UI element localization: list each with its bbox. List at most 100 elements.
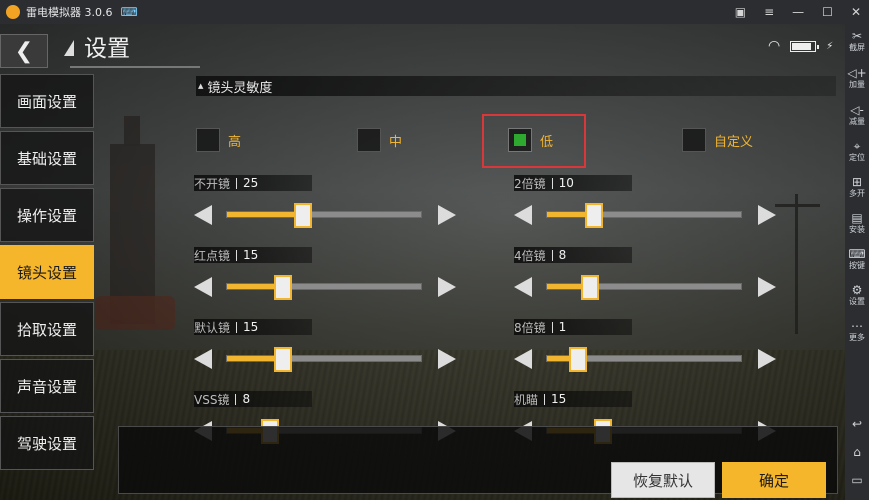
gamepad-icon[interactable]: ⌨ bbox=[121, 5, 138, 19]
increase-arrow-icon[interactable] bbox=[438, 349, 456, 369]
sidebar-item-install[interactable]: ▤ 安装 bbox=[845, 212, 869, 235]
game-screen: ❮ 设置 ◠ ⚡ 画面设置 基础设置 操作设置 镜头设置 拾取设置 声音设置 驾… bbox=[0, 24, 845, 500]
tab-sound[interactable]: 声音设置 bbox=[0, 359, 94, 413]
emulator-title-bar: 雷电模拟器 3.0.6 ⌨ ▣ ≡ — ☐ ✕ bbox=[0, 0, 869, 24]
sensitivity-option-high[interactable]: 高 bbox=[196, 128, 241, 152]
location-icon: ⌖ bbox=[853, 139, 861, 153]
slider-8x-scope: 8倍镜 1 bbox=[514, 319, 776, 379]
slider-label: 2倍镜 10 bbox=[514, 175, 632, 191]
option-label: 自定义 bbox=[714, 134, 754, 150]
charging-icon: ⚡ bbox=[826, 40, 834, 52]
slider-fill bbox=[227, 212, 303, 217]
sensitivity-option-medium[interactable]: 中 bbox=[357, 128, 402, 152]
slider-no-scope: 不开镜 25 bbox=[194, 175, 456, 235]
tab-driving[interactable]: 驾驶设置 bbox=[0, 416, 94, 470]
slider-handle[interactable] bbox=[274, 275, 293, 300]
decrease-arrow-icon[interactable] bbox=[194, 277, 212, 297]
title-decoration bbox=[64, 40, 74, 56]
maximize-icon[interactable]: ☐ bbox=[822, 5, 833, 19]
slider-2x-scope: 2倍镜 10 bbox=[514, 175, 776, 235]
confirm-button[interactable]: 确定 bbox=[722, 462, 826, 498]
slider-label: VSS镜 8 bbox=[194, 391, 312, 407]
section-title: 镜头灵敏度 bbox=[207, 80, 273, 96]
slider-track[interactable] bbox=[546, 347, 742, 372]
sidebar-item-screenshot[interactable]: ✂ 截屏 bbox=[845, 30, 869, 53]
gear-icon: ⚙ bbox=[851, 283, 863, 297]
decrease-arrow-icon[interactable] bbox=[514, 205, 532, 225]
slider-label: 4倍镜 8 bbox=[514, 247, 632, 263]
apk-install-icon: ▤ bbox=[851, 211, 863, 225]
checkbox[interactable] bbox=[682, 128, 706, 152]
nav-back-button[interactable]: ↩ bbox=[845, 418, 869, 431]
volume-down-icon: ◁- bbox=[850, 103, 864, 117]
sidebar-item-keys[interactable]: ⌨ 按键 bbox=[845, 248, 869, 271]
increase-arrow-icon[interactable] bbox=[758, 277, 776, 297]
menu-icon[interactable]: ≡ bbox=[764, 5, 774, 19]
slider-track[interactable] bbox=[546, 203, 742, 228]
multi-instance-icon[interactable]: ▣ bbox=[735, 5, 746, 19]
window-title: 雷电模拟器 3.0.6 bbox=[26, 6, 113, 19]
minimize-icon[interactable]: — bbox=[792, 5, 804, 19]
sidebar-item-volume-down[interactable]: ◁- 减量 bbox=[845, 104, 869, 127]
slider-handle[interactable] bbox=[274, 347, 293, 372]
decrease-arrow-icon[interactable] bbox=[514, 277, 532, 297]
increase-arrow-icon[interactable] bbox=[438, 205, 456, 225]
recent-apps-icon: ▭ bbox=[851, 473, 863, 487]
slider-value: 15 bbox=[551, 392, 567, 406]
keyboard-icon: ⌨ bbox=[848, 247, 866, 261]
increase-arrow-icon[interactable] bbox=[758, 349, 776, 369]
decrease-arrow-icon[interactable] bbox=[194, 349, 212, 369]
slider-4x-scope: 4倍镜 8 bbox=[514, 247, 776, 307]
section-header[interactable]: ▲ 镜头灵敏度 bbox=[196, 76, 836, 96]
increase-arrow-icon[interactable] bbox=[758, 205, 776, 225]
restore-defaults-button[interactable]: 恢复默认 bbox=[611, 462, 715, 498]
slider-value: 25 bbox=[243, 176, 259, 190]
decrease-arrow-icon[interactable] bbox=[514, 349, 532, 369]
tab-graphics[interactable]: 画面设置 bbox=[0, 74, 94, 128]
nav-recent-button[interactable]: ▭ bbox=[845, 474, 869, 487]
sidebar-item-more[interactable]: ⋯ 更多 bbox=[845, 320, 869, 343]
slider-label: 机瞄 15 bbox=[514, 391, 632, 407]
slider-label: 默认镜 15 bbox=[194, 319, 312, 335]
slider-default-scope: 默认镜 15 bbox=[194, 319, 456, 379]
option-label: 中 bbox=[389, 134, 403, 150]
battery-level bbox=[792, 42, 811, 50]
sidebar-item-multi[interactable]: ⊞ 多开 bbox=[845, 176, 869, 199]
slider-handle[interactable] bbox=[584, 203, 603, 228]
slider-label: 8倍镜 1 bbox=[514, 319, 632, 335]
slider-label: 红点镜 15 bbox=[194, 247, 312, 263]
decrease-arrow-icon[interactable] bbox=[194, 205, 212, 225]
scissors-icon: ✂ bbox=[851, 29, 863, 43]
slider-track[interactable] bbox=[226, 275, 422, 300]
home-icon: ⌂ bbox=[853, 445, 861, 459]
back-arrow-icon: ↩ bbox=[851, 417, 863, 431]
slider-handle[interactable] bbox=[580, 275, 599, 300]
tab-pickup[interactable]: 拾取设置 bbox=[0, 302, 94, 356]
slider-track[interactable] bbox=[226, 203, 422, 228]
more-icon: ⋯ bbox=[851, 319, 863, 333]
checkbox[interactable] bbox=[196, 128, 220, 152]
slider-track[interactable] bbox=[226, 347, 422, 372]
nav-home-button[interactable]: ⌂ bbox=[845, 446, 869, 459]
checkbox[interactable] bbox=[357, 128, 381, 152]
increase-arrow-icon[interactable] bbox=[438, 277, 456, 297]
slider-handle[interactable] bbox=[569, 347, 588, 372]
emulator-sidebar: ✂ 截屏 ◁+ 加量 ◁- 减量 ⌖ 定位 ⊞ 多开 ▤ 安装 ⌨ 按键 ⚙ 设… bbox=[845, 24, 869, 500]
slider-value: 1 bbox=[558, 320, 567, 334]
tab-camera[interactable]: 镜头设置 bbox=[0, 245, 94, 299]
slider-value: 8 bbox=[558, 248, 567, 262]
sensitivity-option-custom[interactable]: 自定义 bbox=[682, 128, 753, 152]
tab-controls[interactable]: 操作设置 bbox=[0, 188, 94, 242]
option-label: 高 bbox=[228, 134, 242, 150]
slider-handle[interactable] bbox=[293, 203, 312, 228]
slider-track[interactable] bbox=[546, 275, 742, 300]
tab-basic[interactable]: 基础设置 bbox=[0, 131, 94, 185]
title-underline bbox=[70, 66, 200, 68]
slider-value: 10 bbox=[558, 176, 574, 190]
slider-label: 不开镜 25 bbox=[194, 175, 312, 191]
close-icon[interactable]: ✕ bbox=[851, 5, 861, 19]
sidebar-item-volume-up[interactable]: ◁+ 加量 bbox=[845, 67, 869, 90]
sidebar-item-settings[interactable]: ⚙ 设置 bbox=[845, 284, 869, 307]
sidebar-item-location[interactable]: ⌖ 定位 bbox=[845, 140, 869, 163]
back-button[interactable]: ❮ bbox=[0, 34, 48, 68]
